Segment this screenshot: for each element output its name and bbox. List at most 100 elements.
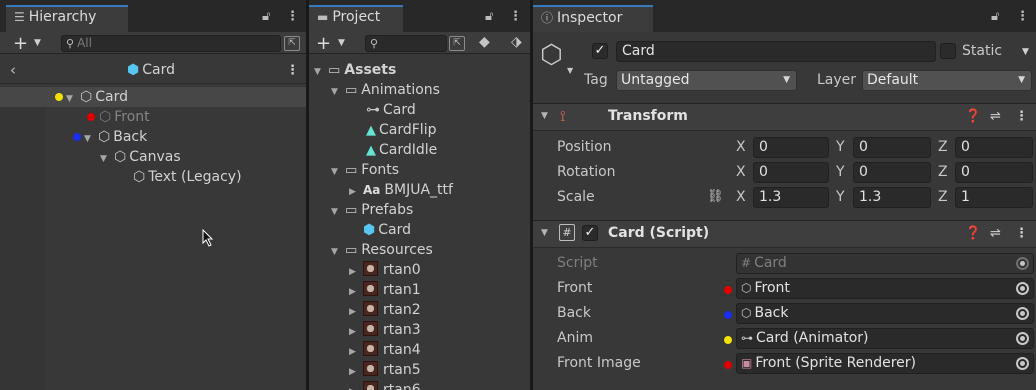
lock-icon[interactable]: 🔓︎ [991,9,999,24]
collapsed-triangle-icon[interactable]: ▶ [349,362,359,382]
collapsed-triangle-icon[interactable]: ▶ [349,262,359,282]
back-chevron-icon[interactable]: ‹ [10,61,16,79]
project-item-prefabs[interactable]: ▼ ▭ Prefabs [309,200,530,220]
card-script-header[interactable]: ▼ # ✓ Card (Script) ❓ ⇌ ⋮ [533,220,1036,248]
component-menu-icon[interactable]: ⋮ [1015,226,1028,241]
hierarchy-tab[interactable]: ☰ Hierarchy [6,5,128,32]
expand-triangle-icon[interactable]: ▼ [314,62,324,82]
project-item-rtan0[interactable]: ▶ rtan0 [309,260,530,280]
tag-dropdown[interactable]: Untagged ▼ [616,70,797,91]
project-item-animations[interactable]: ▼ ▭ Animations [309,80,530,100]
expand-triangle-icon[interactable]: ▼ [331,242,341,262]
expand-triangle-icon[interactable]: ▼ [66,89,76,109]
project-item-cardflip[interactable]: ▲ CardFlip [309,120,530,140]
icon-dropdown-arrow[interactable]: ▼ [567,66,573,75]
collapsed-triangle-icon[interactable]: ▶ [349,382,359,390]
chevron-down-icon[interactable]: ▼ [34,38,41,48]
project-item-rtan2[interactable]: ▶ rtan2 [309,300,530,320]
inspector-tab[interactable]: ⓘ Inspector [533,5,653,32]
object-picker-icon[interactable] [1016,282,1029,295]
hierarchy-item-front[interactable]: ⬡ Front [0,107,306,127]
filter-by-type-icon[interactable]: ◆ [479,34,490,50]
position-y-field[interactable]: 0 [853,137,931,158]
help-icon[interactable]: ❓ [965,226,981,241]
axis-z-label[interactable]: Z [938,164,948,180]
object-picker-icon[interactable] [1016,307,1029,320]
axis-y-label[interactable]: Y [836,139,845,155]
expand-triangle-icon[interactable]: ▼ [100,149,110,169]
axis-x-label[interactable]: X [736,139,746,155]
more-menu-icon[interactable]: ⋮ [1016,9,1029,24]
project-item-rtan4[interactable]: ▶ rtan4 [309,340,530,360]
more-menu-icon[interactable]: ⋮ [286,9,299,24]
lock-icon[interactable]: 🔓︎ [262,9,270,24]
component-menu-icon[interactable]: ⋮ [1015,109,1028,124]
project-item-rtan3[interactable]: ▶ rtan3 [309,320,530,340]
project-item-rtan1[interactable]: ▶ rtan1 [309,280,530,300]
project-item-resources[interactable]: ▼ ▭ Resources [309,240,530,260]
collapsed-triangle-icon[interactable]: ▶ [349,182,359,202]
project-tab[interactable]: ▬ Project [309,5,403,32]
rotation-y-field[interactable]: 0 [853,162,931,183]
project-item-rtan5[interactable]: ▶ rtan5 [309,360,530,380]
axis-z-label[interactable]: Z [938,139,948,155]
rotation-z-field[interactable]: 0 [955,162,1033,183]
expand-triangle-icon[interactable]: ▼ [331,82,341,102]
component-enabled-checkbox[interactable]: ✓ [582,225,598,241]
foldout-triangle-icon[interactable]: ▼ [541,228,548,238]
rotation-x-field[interactable]: 0 [753,162,829,183]
hierarchy-item-back[interactable]: ▼ ⬡ Back [0,127,306,147]
search-options-icon[interactable]: ⇱ [449,36,465,51]
active-checkbox[interactable]: ✓ [592,43,608,59]
object-name-field[interactable]: Card [616,41,936,62]
hierarchy-item-card[interactable]: ▼ ⬡ Card [0,87,306,107]
object-picker-icon[interactable] [1016,332,1029,345]
presets-icon[interactable]: ⇌ [990,109,1001,124]
axis-y-label[interactable]: Y [836,189,845,205]
hierarchy-item-text-legacy[interactable]: ⬡ Text (Legacy) [0,167,306,187]
more-menu-icon[interactable]: ⋮ [509,9,522,24]
project-item-prefab-card[interactable]: ⬢ Card [309,220,530,240]
scene-menu-icon[interactable]: ⋮ [286,63,299,78]
help-icon[interactable]: ❓ [965,109,981,124]
chevron-down-icon[interactable]: ▼ [338,38,345,48]
hierarchy-item-canvas[interactable]: ▼ ⬡ Canvas [0,147,306,167]
collapsed-triangle-icon[interactable]: ▶ [349,302,359,322]
expand-triangle-icon[interactable]: ▼ [84,129,94,149]
transform-header[interactable]: ▼ ⟟ Transform ❓ ⇌ ⋮ [533,103,1036,131]
project-item-cardidle[interactable]: ▲ CardIdle [309,140,530,160]
create-asset-button[interactable]: + [316,33,331,54]
position-x-field[interactable]: 0 [753,137,829,158]
project-search-input[interactable]: ⚲ [365,35,447,52]
anim-object-field[interactable]: ⊶ Card (Animator) [736,328,1034,349]
expand-triangle-icon[interactable]: ▼ [331,202,341,222]
axis-z-label[interactable]: Z [938,189,948,205]
layer-dropdown[interactable]: Default ▼ [862,70,1032,91]
lock-icon[interactable]: 🔓︎ [485,9,493,24]
object-picker-icon[interactable] [1016,357,1029,370]
project-item-assets[interactable]: ▼ ▭ Assets [309,60,530,80]
collapsed-triangle-icon[interactable]: ▶ [349,342,359,362]
scale-y-field[interactable]: 1.3 [853,187,931,208]
presets-icon[interactable]: ⇌ [990,226,1001,241]
filter-by-label-icon[interactable]: ⬗ [511,34,522,50]
scale-x-field[interactable]: 1.3 [753,187,829,208]
static-dropdown-arrow[interactable]: ▼ [1022,47,1029,57]
axis-y-label[interactable]: Y [836,164,845,180]
project-item-rtan6[interactable]: ▶rtan6 [309,380,530,390]
static-checkbox[interactable] [940,43,956,59]
position-z-field[interactable]: 0 [955,137,1033,158]
hierarchy-search-input[interactable]: ⚲ All [61,35,281,52]
scale-z-field[interactable]: 1 [955,187,1033,208]
back-object-field[interactable]: ⬡ Back [736,303,1034,324]
axis-x-label[interactable]: X [736,164,746,180]
constrain-proportions-icon[interactable]: ⛓ [707,189,724,204]
expand-triangle-icon[interactable]: ▼ [331,162,341,182]
project-item-animator-card[interactable]: ⊶ Card [309,100,530,120]
foldout-triangle-icon[interactable]: ▼ [541,111,548,121]
collapsed-triangle-icon[interactable]: ▶ [349,282,359,302]
front-image-object-field[interactable]: ▣ Front (Sprite Renderer) [736,353,1034,374]
project-item-bmjua-ttf[interactable]: ▶ Aa BMJUA_ttf [309,180,530,200]
search-options-icon[interactable]: ⇱ [284,36,300,51]
add-object-button[interactable]: + [13,33,28,54]
